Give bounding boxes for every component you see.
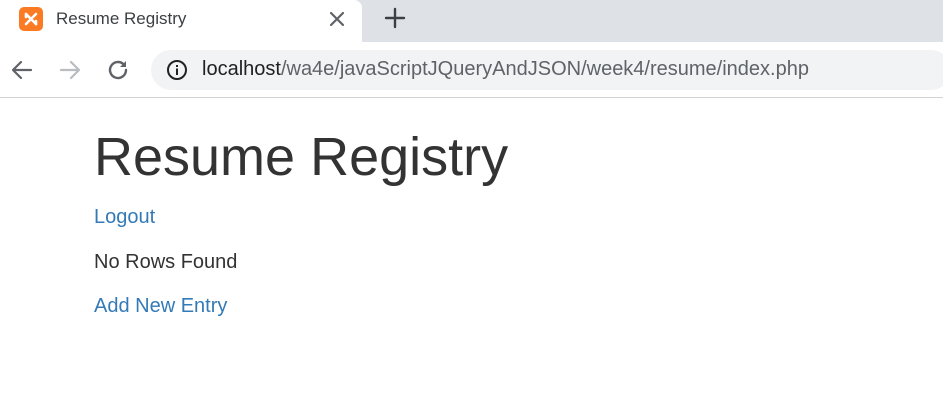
info-icon[interactable] [166, 59, 188, 81]
forward-arrow-icon[interactable] [56, 56, 84, 84]
xampp-icon [19, 7, 43, 31]
browser-window: Resume Registry localhost/wa4e/javaScrip… [0, 0, 943, 418]
logout-link[interactable]: Logout [94, 206, 155, 229]
add-new-entry-link[interactable]: Add New Entry [94, 295, 227, 318]
browser-tab[interactable]: Resume Registry [0, 0, 362, 42]
browser-toolbar: localhost/wa4e/javaScriptJQueryAndJSON/w… [0, 42, 943, 98]
page-content: Resume Registry Logout No Rows Found Add… [0, 98, 943, 418]
tab-title: Resume Registry [56, 9, 187, 28]
reload-icon[interactable] [104, 56, 132, 84]
close-tab-icon[interactable] [325, 7, 349, 31]
empty-message: No Rows Found [94, 251, 238, 273]
tab-strip: Resume Registry [0, 0, 943, 42]
url-host: localhost [202, 58, 281, 80]
new-tab-plus-icon[interactable] [381, 4, 409, 32]
back-arrow-icon[interactable] [8, 56, 36, 84]
address-url[interactable]: localhost/wa4e/javaScriptJQueryAndJSON/w… [202, 58, 809, 81]
url-path: /wa4e/javaScriptJQueryAndJSON/week4/resu… [280, 58, 809, 80]
address-bar[interactable]: localhost/wa4e/javaScriptJQueryAndJSON/w… [151, 50, 943, 90]
page-title: Resume Registry [94, 127, 509, 187]
